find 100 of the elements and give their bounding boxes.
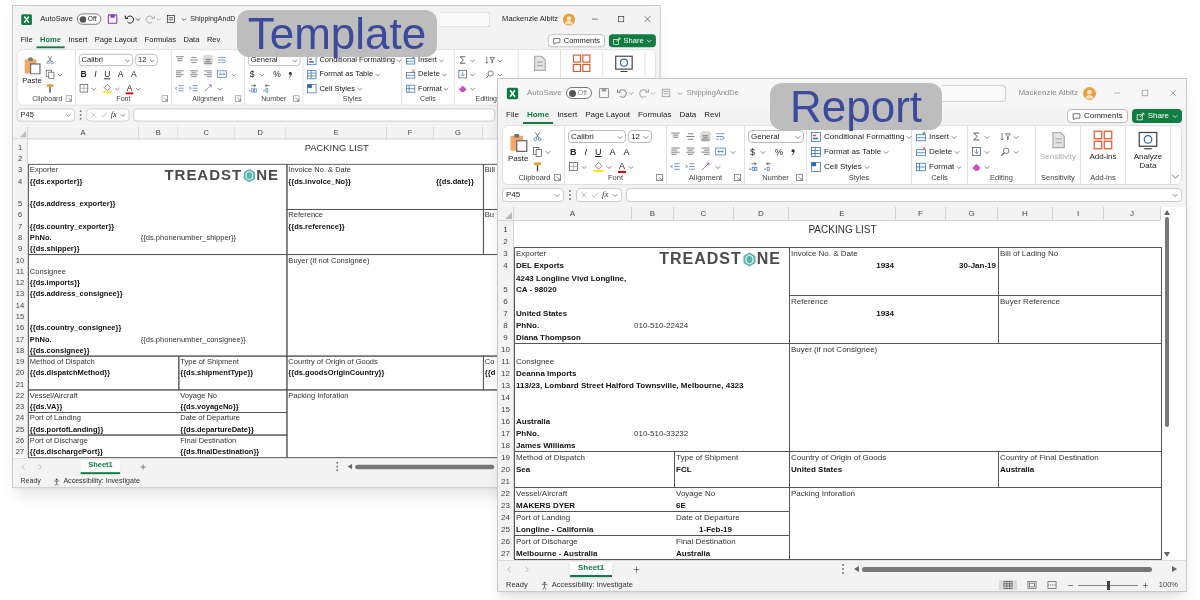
grid-icon[interactable] — [1093, 130, 1113, 150]
row-header[interactable]: 21 — [498, 475, 514, 487]
comment-icon[interactable] — [552, 36, 561, 45]
align-middle-icon[interactable] — [685, 131, 696, 142]
align-right-icon[interactable] — [202, 68, 214, 80]
redo-icon[interactable] — [144, 13, 156, 25]
caret-icon[interactable] — [628, 163, 634, 170]
caret-icon[interactable] — [606, 163, 612, 170]
row-header[interactable]: 7 — [498, 307, 514, 319]
comments-button[interactable]: Comments — [1066, 109, 1128, 123]
caret-icon[interactable] — [438, 57, 445, 63]
caret-icon[interactable] — [124, 57, 131, 63]
more-icon[interactable] — [841, 563, 846, 575]
caret-icon[interactable] — [469, 57, 476, 63]
align-left-icon[interactable] — [670, 146, 681, 157]
caret-icon[interactable] — [643, 133, 649, 140]
sheet-cell[interactable]: 4243 Longline Vlvd Longline, CA - 98020 — [514, 273, 627, 295]
more-icon[interactable] — [78, 109, 83, 121]
sheet-cell[interactable]: Voyage No — [674, 488, 716, 499]
search-field[interactable] — [942, 84, 1007, 102]
fill-color-icon[interactable] — [593, 161, 604, 172]
redo-icon[interactable] — [637, 87, 650, 99]
wrap-text-icon[interactable] — [216, 54, 228, 66]
caret-icon[interactable] — [135, 85, 141, 91]
sheet-cell[interactable]: Diana Thompson — [514, 332, 581, 343]
add-sheet-icon[interactable] — [139, 462, 148, 471]
caret-icon[interactable] — [216, 85, 223, 91]
horizontal-scrollbar[interactable] — [355, 464, 495, 469]
caret-icon[interactable] — [119, 112, 126, 118]
merge-icon[interactable] — [216, 68, 228, 80]
sheet-cell[interactable]: Deanna Imports — [514, 368, 577, 379]
align-middle-icon[interactable] — [188, 54, 200, 66]
menu-tab[interactable]: Home — [522, 108, 554, 124]
share-icon[interactable] — [612, 36, 621, 45]
caret-icon[interactable] — [231, 71, 237, 77]
sheet-cell[interactable]: Bill of Lading No — [998, 248, 1059, 259]
scroll-right-icon[interactable] — [1172, 566, 1178, 572]
sheet-cell[interactable]: Date of Departure — [674, 512, 740, 523]
row-header[interactable]: 22 — [498, 487, 514, 499]
menu-tab[interactable]: Revi — [700, 108, 725, 124]
sheet-cell[interactable]: 30-Jan-19 — [959, 260, 998, 271]
row-header[interactable]: 4 — [498, 259, 514, 271]
delete-cells-icon[interactable] — [915, 145, 927, 158]
name-box[interactable]: P45 — [502, 188, 564, 202]
caret-icon[interactable] — [984, 133, 990, 140]
caret-icon[interactable] — [134, 16, 141, 22]
increase-indent-icon[interactable] — [188, 83, 200, 94]
row-header[interactable]: 1 — [498, 221, 514, 235]
sheet-cell[interactable]: United States — [789, 464, 843, 475]
caret-icon[interactable] — [396, 57, 403, 63]
row-header[interactable]: 3 — [498, 247, 514, 259]
increase-font-size-button[interactable]: A — [607, 145, 618, 158]
sheet-cell[interactable]: PACKING LIST — [808, 224, 877, 235]
sheet-cell[interactable]: 010-510-22424 — [632, 320, 689, 331]
cut-icon[interactable] — [45, 54, 56, 66]
caret-icon[interactable] — [545, 148, 552, 155]
sheet-cell[interactable]: Country of Origin of Goods — [789, 452, 887, 463]
cells-menu-button[interactable]: Insert — [929, 130, 949, 143]
caret-icon[interactable] — [1172, 192, 1178, 198]
increase-decimal-icon[interactable] — [748, 161, 759, 172]
column-header[interactable]: B — [632, 207, 674, 221]
more-icon[interactable] — [568, 189, 572, 201]
caret-icon[interactable] — [497, 71, 503, 77]
copy-icon[interactable] — [45, 68, 56, 80]
sheet-cell[interactable]: Reference — [789, 296, 828, 307]
caret-icon[interactable] — [356, 85, 363, 91]
column-header[interactable]: D — [734, 207, 789, 221]
styles-menu-button[interactable]: Conditional Formatting — [824, 130, 905, 143]
caret-icon[interactable] — [155, 16, 162, 22]
underline-button[interactable]: U — [593, 145, 604, 158]
sheet-cell[interactable]: Australia — [998, 464, 1035, 475]
column-header[interactable] — [482, 126, 498, 140]
caret-icon[interactable] — [617, 133, 623, 140]
menu-tab[interactable]: Data — [675, 108, 701, 124]
underline-button[interactable]: U — [102, 68, 113, 80]
undo-icon[interactable] — [123, 13, 135, 25]
orientation-icon[interactable] — [700, 161, 711, 172]
sheet-cell[interactable]: Final Destination — [674, 536, 736, 547]
scroll-down-icon[interactable] — [1164, 552, 1170, 558]
column-header[interactable]: H — [998, 207, 1053, 221]
decrease-font-size-button[interactable]: A — [129, 68, 139, 80]
align-right-icon[interactable] — [700, 146, 711, 157]
fill-down-icon[interactable] — [457, 68, 468, 80]
row-header[interactable]: 20 — [498, 463, 514, 475]
select-all-button[interactable] — [498, 207, 514, 221]
sheet-cell[interactable]: PhNo. — [514, 320, 540, 331]
wrap-text-icon[interactable] — [715, 131, 726, 142]
column-header[interactable]: I — [1053, 207, 1104, 221]
eraser-icon[interactable] — [457, 83, 468, 94]
collapse-ribbon-icon[interactable] — [1171, 172, 1180, 181]
dialog-launcher-icon[interactable] — [234, 95, 242, 102]
row-header[interactable]: 11 — [498, 355, 514, 367]
column-header[interactable]: C — [674, 207, 734, 221]
percent-button[interactable]: % — [773, 145, 786, 158]
row-header[interactable]: 25 — [498, 523, 514, 535]
zoom-in-icon[interactable] — [1141, 581, 1149, 589]
sheet-cell[interactable]: PhNo. — [514, 428, 540, 439]
sort-filter-icon[interactable] — [484, 54, 496, 66]
decrease-decimal-icon[interactable] — [262, 83, 273, 94]
delete-cells-icon[interactable] — [404, 68, 417, 80]
